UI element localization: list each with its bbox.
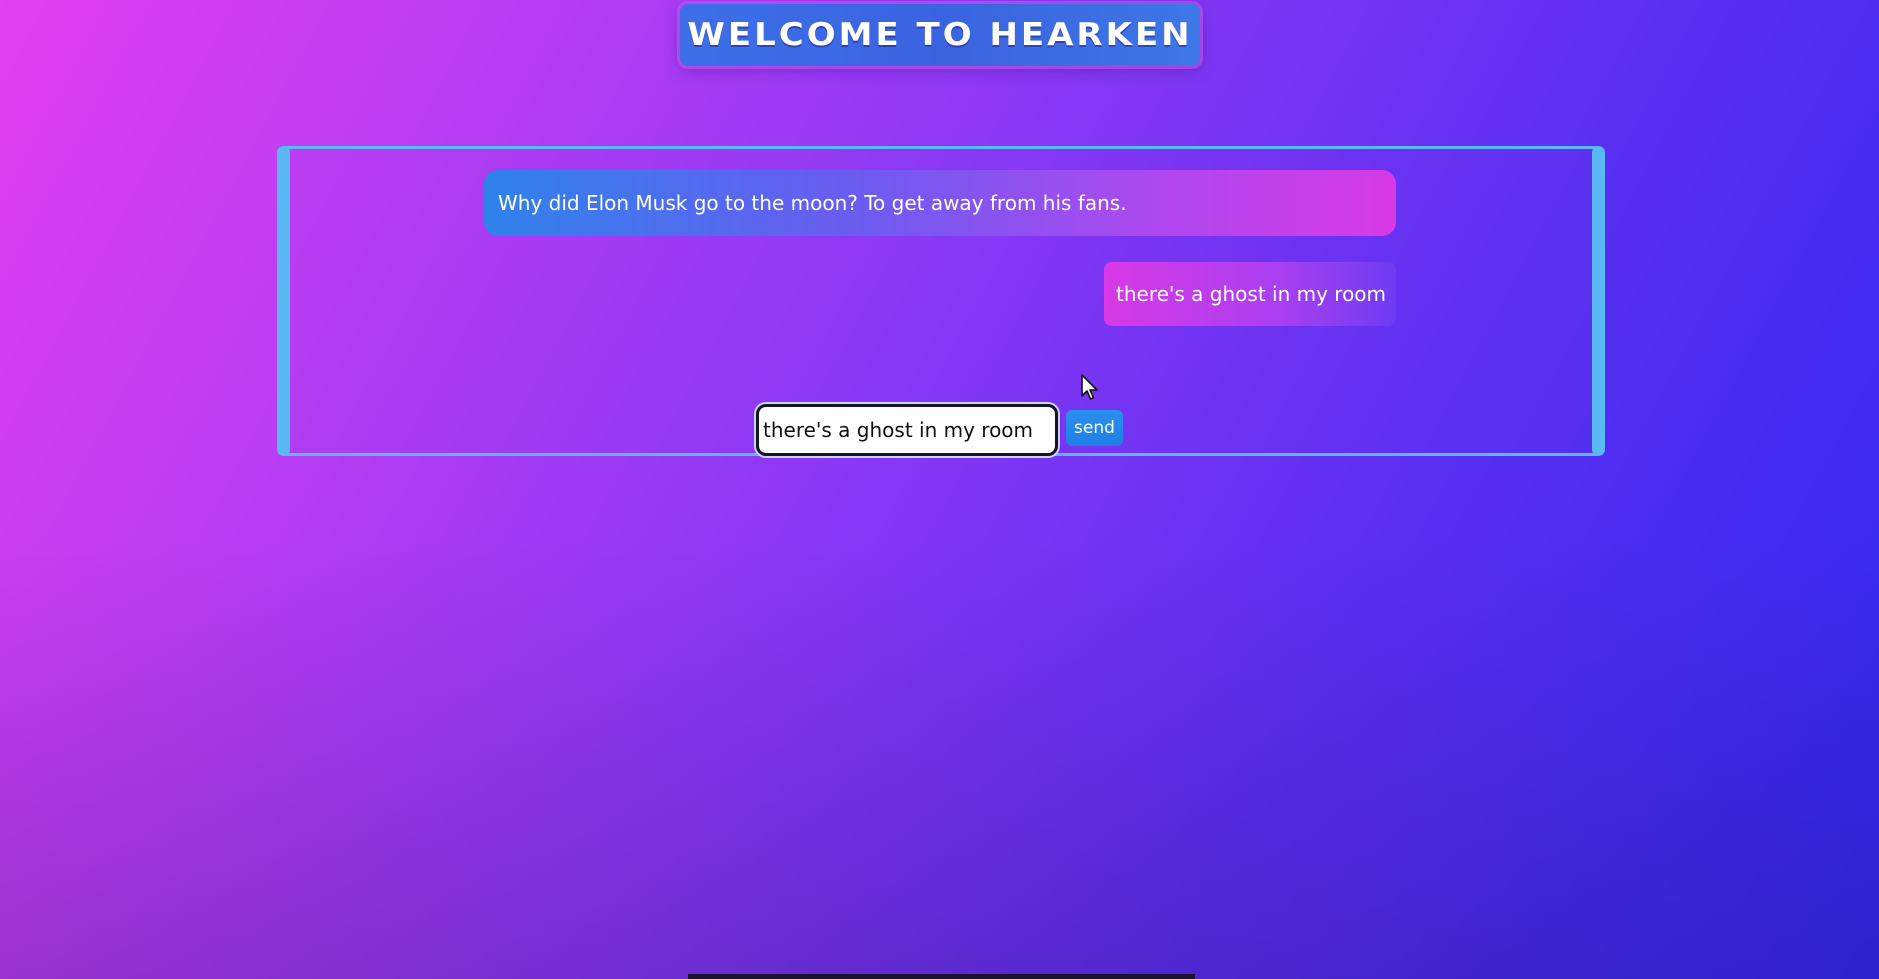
mouse-pointer-icon [1081,374,1098,400]
user-message-bubble: there's a ghost in my room [1104,262,1396,326]
bot-message-text: Why did Elon Musk go to the moon? To get… [498,191,1127,215]
chat-right-edge [1592,146,1605,456]
message-input[interactable] [756,404,1058,456]
bottom-bar [688,974,1195,979]
page-title: WELCOME TO HEARKEN [687,16,1193,54]
title-banner: WELCOME TO HEARKEN [680,4,1200,66]
chat-left-edge [277,146,290,456]
send-button[interactable]: send [1066,410,1123,446]
user-message-text: there's a ghost in my room [1116,282,1387,306]
bot-message-bubble: Why did Elon Musk go to the moon? To get… [484,170,1396,236]
